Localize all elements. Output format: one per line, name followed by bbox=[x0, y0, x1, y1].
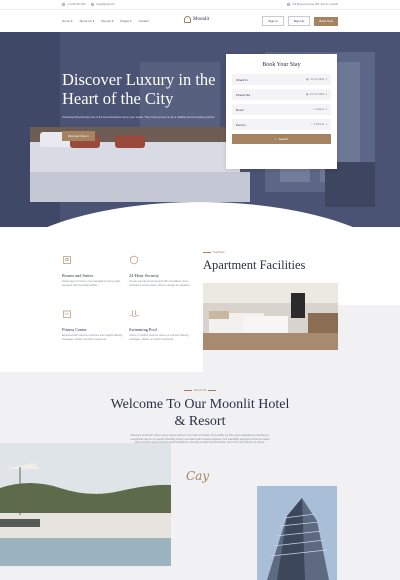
field-label: Check In bbox=[236, 77, 248, 82]
chevron-down-icon: ▾ bbox=[325, 108, 327, 111]
top-info-bar: +1 (234) 567 890 hotel@gmail.com 123 Bay… bbox=[0, 0, 400, 9]
facility-title: Swimming Pool bbox=[129, 327, 157, 332]
facilities-heading: Apartment Facilities bbox=[203, 258, 306, 272]
pool-icon bbox=[129, 310, 140, 317]
check-out-field[interactable]: Check Out ▦ 12 Oct 2024 ▾ bbox=[232, 89, 331, 100]
hero-section: Discover Luxury in the Heart of the City… bbox=[0, 32, 400, 227]
nav-item-label: Home bbox=[62, 19, 71, 23]
location-icon bbox=[287, 3, 291, 6]
facility-title: Fitness Center bbox=[62, 327, 87, 332]
field-value: 11 Oct 2024 bbox=[310, 78, 325, 81]
field-label: Person bbox=[236, 122, 246, 127]
user-icon: ☺ bbox=[309, 123, 313, 126]
hero-title: Discover Luxury in the Heart of the City bbox=[62, 70, 216, 108]
search-button[interactable]: ⌕ Search bbox=[232, 134, 331, 144]
about-eyebrow: About US bbox=[0, 388, 400, 392]
signature: Cay bbox=[186, 469, 210, 483]
facility-item: Rooms and Suites Varied types of rooms, … bbox=[62, 252, 126, 287]
chevron-down-icon: ▾ bbox=[92, 19, 95, 23]
moon-logo-icon bbox=[184, 16, 191, 23]
discover-room-button[interactable]: Discover Room bbox=[62, 131, 95, 141]
phone-item[interactable]: +1 (234) 567 890 bbox=[62, 3, 85, 6]
facility-item: Swimming Pool Indoor or outdoor pools fo… bbox=[129, 306, 193, 341]
bed-icon: ⌂ bbox=[312, 108, 314, 111]
nav-item-rooms[interactable]: Rooms ▾ bbox=[101, 19, 113, 23]
room-key-icon bbox=[63, 256, 71, 264]
calendar-icon: ▦ bbox=[306, 78, 309, 81]
field-value: 12 Oct 2024 bbox=[310, 93, 325, 96]
nav-actions: Sign In Sign Up Book Now bbox=[262, 16, 338, 26]
hotel-room-photo bbox=[0, 32, 400, 227]
logo-text: Moonlit bbox=[193, 17, 210, 22]
chevron-down-icon: ▾ bbox=[325, 123, 327, 126]
phone-icon bbox=[62, 3, 65, 6]
nav-menu: Home ▾ About Us ▾ Rooms ▾ Pages ▾ Contact bbox=[62, 19, 149, 23]
nav-item-label: Rooms bbox=[101, 19, 111, 23]
resort-pool-photo bbox=[0, 443, 171, 566]
phone-text: +1 (234) 567 890 bbox=[67, 3, 86, 6]
divider-line bbox=[183, 389, 192, 391]
field-value: 2 Person bbox=[313, 123, 325, 126]
shield-icon bbox=[130, 255, 138, 265]
facility-title: 24-Hour Security bbox=[129, 273, 159, 278]
facility-desc: Equipped with exercise machines and weig… bbox=[62, 334, 123, 341]
book-now-button[interactable]: Book Now bbox=[314, 16, 338, 26]
address-item: 123 Bayview Avenue #99, Toronto, Canada bbox=[287, 3, 338, 6]
address-text: 123 Bayview Avenue #99, Toronto, Canada bbox=[292, 3, 338, 6]
email-item[interactable]: hotel@gmail.com bbox=[91, 3, 115, 6]
facility-title: Rooms and Suites bbox=[62, 273, 94, 278]
sign-in-button[interactable]: Sign In bbox=[262, 16, 284, 26]
about-title-text: Welcome To Our Moonlit Hotel & Resort bbox=[110, 397, 290, 429]
mail-icon bbox=[91, 3, 95, 6]
chevron-down-icon: ▾ bbox=[111, 19, 114, 23]
main-nav: Home ▾ About Us ▾ Rooms ▾ Pages ▾ Contact Mo… bbox=[0, 9, 400, 32]
nav-item-label: About Us bbox=[79, 19, 92, 23]
field-label: Room bbox=[236, 107, 245, 112]
person-select[interactable]: Person ☺ 2 Person ▾ bbox=[232, 119, 331, 130]
search-label: Search bbox=[278, 137, 289, 141]
nav-item-contact[interactable]: Contact bbox=[138, 19, 148, 23]
facility-desc: On-site security personnel and 24h surve… bbox=[129, 280, 191, 287]
search-icon: ⌕ bbox=[274, 137, 277, 141]
hero-description: Choosing Moonlit was one of the best dec… bbox=[62, 115, 216, 119]
check-in-field[interactable]: Check In ▦ 11 Oct 2024 ▾ bbox=[232, 74, 331, 85]
email-text: hotel@gmail.com bbox=[96, 3, 115, 6]
logo[interactable]: Moonlit bbox=[184, 16, 209, 23]
divider-line bbox=[208, 389, 217, 391]
nav-item-label: Pages bbox=[120, 19, 129, 23]
divider-line bbox=[203, 251, 211, 253]
chevron-down-icon: ▾ bbox=[325, 78, 327, 81]
about-label: About US bbox=[193, 388, 207, 392]
hotel-building-photo bbox=[257, 486, 337, 580]
facility-desc: Varied types of rooms, from standard to … bbox=[62, 280, 122, 287]
nav-item-pages[interactable]: Pages ▾ bbox=[120, 19, 131, 23]
room-select[interactable]: Room ⌂ 1 Room ▾ bbox=[232, 104, 331, 115]
chevron-down-icon: ▾ bbox=[71, 19, 73, 23]
field-value: 1 Room bbox=[315, 108, 325, 111]
about-title: Welcome To Our Moonlit Hotel & Resort bbox=[0, 396, 400, 430]
nav-item-about[interactable]: About Us ▾ bbox=[80, 19, 95, 23]
chevron-down-icon: ▾ bbox=[129, 19, 132, 23]
nav-item-label: Contact bbox=[138, 19, 149, 23]
booking-title: Book Your Stay bbox=[262, 62, 301, 68]
facility-item: 24-Hour Security On-site security person… bbox=[129, 252, 193, 287]
facility-desc: Indoor or outdoor pools for leisure or e… bbox=[129, 334, 189, 341]
facilities-label: Facilities bbox=[213, 250, 225, 254]
field-label: Check Out bbox=[236, 92, 251, 97]
sign-up-button[interactable]: Sign Up bbox=[287, 16, 311, 26]
booking-card: Book Your Stay Check In ▦ 11 Oct 2024 ▾ Ch… bbox=[226, 54, 337, 169]
apartment-photo bbox=[203, 283, 338, 350]
chevron-down-icon: ▾ bbox=[325, 93, 327, 96]
facilities-eyebrow: Facilities bbox=[203, 250, 225, 254]
calendar-icon: ▦ bbox=[306, 93, 309, 96]
facility-item: Fitness Center Equipped with exercise ma… bbox=[62, 306, 126, 341]
nav-item-home[interactable]: Home ▾ bbox=[62, 19, 73, 23]
dumbbell-icon bbox=[63, 310, 71, 318]
